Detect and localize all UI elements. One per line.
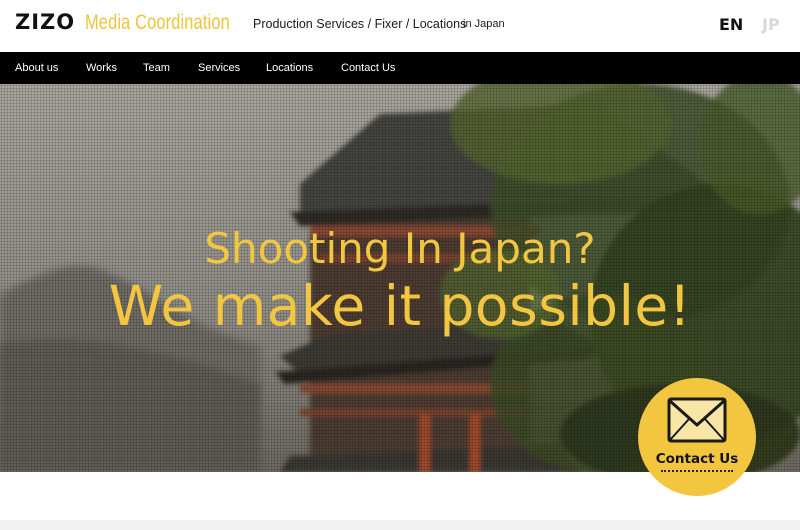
tagline-location: in Japan	[463, 18, 505, 30]
hero-headline: Shooting In Japan?	[204, 224, 596, 273]
logo-mark[interactable]: ZIZO	[15, 10, 75, 34]
nav-item-works[interactable]: Works	[86, 62, 117, 74]
logo-subtitle[interactable]: Media Coordination	[85, 11, 230, 35]
tagline: Production Services / Fixer / Locations	[253, 17, 467, 31]
nav-item-about-us[interactable]: About us	[15, 62, 58, 74]
site-header: ZIZO Media Coordination Production Servi…	[0, 0, 800, 52]
nav-item-contact-us[interactable]: Contact Us	[341, 62, 395, 74]
nav-item-team[interactable]: Team	[143, 62, 170, 74]
language-jp-link[interactable]: JP	[762, 15, 780, 34]
hero-subheadline: We make it possible!	[108, 274, 692, 338]
language-en-link[interactable]: EN	[719, 15, 743, 34]
main-nav: About us Works Team Services Locations C…	[0, 52, 800, 84]
nav-item-locations[interactable]: Locations	[266, 62, 313, 74]
contact-us-label: Contact Us	[655, 451, 739, 467]
nav-item-services[interactable]: Services	[198, 62, 240, 74]
contact-us-button[interactable]: Contact Us	[638, 378, 756, 496]
contact-us-underline	[661, 470, 733, 472]
page-bottom-band	[0, 520, 800, 530]
envelope-icon	[667, 397, 727, 443]
